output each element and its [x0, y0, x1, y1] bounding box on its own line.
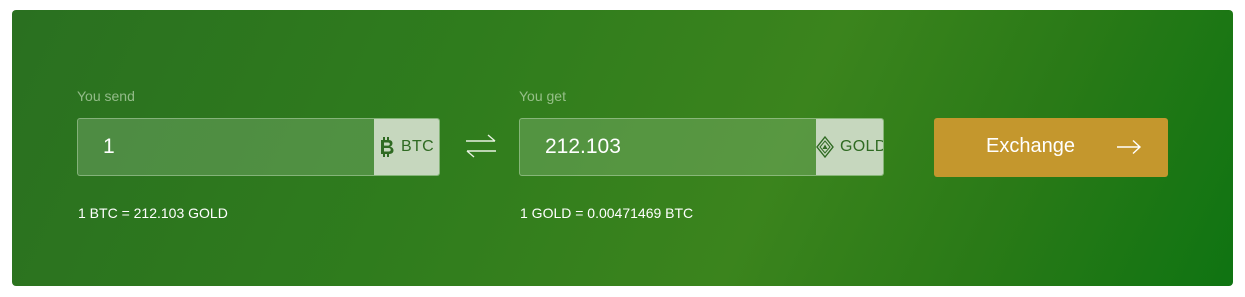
send-currency-code: BTC	[401, 138, 434, 155]
send-input-group: BTC	[77, 118, 440, 176]
send-rate-text: 1 BTC = 212.103 GOLD	[78, 205, 228, 221]
bitcoin-icon	[379, 136, 395, 158]
send-amount-input[interactable]	[78, 119, 374, 175]
get-label: You get	[519, 88, 566, 104]
send-label: You send	[77, 88, 135, 104]
exchange-button[interactable]: Exchange	[934, 118, 1168, 177]
get-input-group: GOLD	[519, 118, 884, 176]
gold-token-icon	[816, 136, 834, 158]
exchange-button-label: Exchange	[986, 135, 1075, 157]
get-amount-input[interactable]	[520, 119, 816, 175]
swap-arrows-icon	[464, 133, 498, 164]
get-currency-selector[interactable]: GOLD	[816, 119, 884, 175]
exchange-widget: You send BTC 1 BTC = 212.103 GOLD	[12, 10, 1233, 286]
send-currency-selector[interactable]: BTC	[374, 119, 439, 175]
get-rate-text: 1 GOLD = 0.00471469 BTC	[520, 205, 694, 221]
arrow-right-icon	[1116, 138, 1142, 161]
swap-button[interactable]	[463, 133, 499, 164]
get-currency-code: GOLD	[840, 138, 884, 155]
